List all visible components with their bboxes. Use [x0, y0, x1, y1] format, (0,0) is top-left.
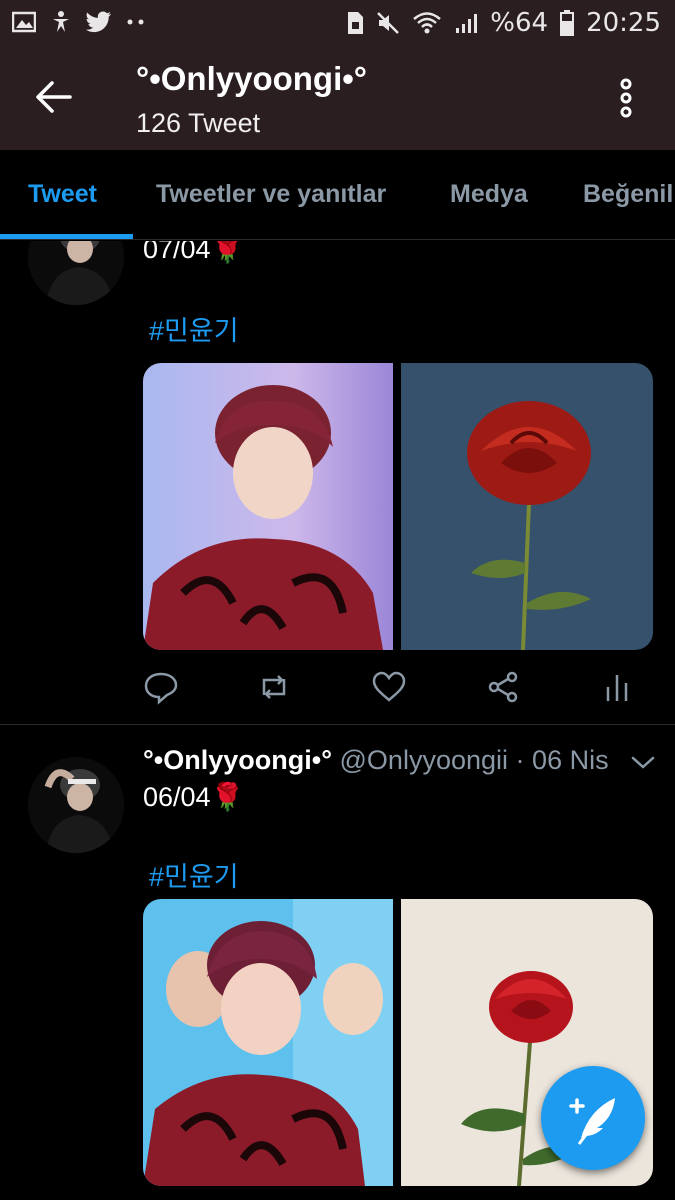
retweet-icon[interactable] — [256, 669, 292, 705]
photo-red-rose-blue-background[interactable] — [401, 363, 653, 650]
tweet-divider — [0, 724, 675, 725]
tab-media[interactable]: Medya — [450, 180, 528, 209]
analytics-icon[interactable] — [599, 669, 635, 705]
separator: · — [515, 745, 525, 775]
hashtag-link[interactable]: #민윤기 — [149, 309, 239, 348]
tab-tweet[interactable]: Tweet — [28, 180, 97, 209]
accessibility-icon — [53, 11, 69, 32]
like-icon[interactable] — [371, 669, 407, 705]
photo-person-laughing-blue-background[interactable] — [143, 899, 393, 1186]
more-dots-icon — [127, 19, 144, 25]
signal-icon — [456, 14, 478, 33]
profile-title: °•Onlyyoongi•° — [136, 60, 367, 97]
image-icon — [12, 11, 36, 33]
app-header: °•Onlyyoongi•° 126 Tweet — [0, 46, 675, 150]
photo-person-pink-background[interactable] — [143, 363, 393, 650]
share-icon[interactable] — [485, 669, 521, 705]
tweet-text: 07/04🌹 — [143, 241, 245, 264]
user-handle[interactable]: @Onlyyoongii — [340, 745, 509, 775]
sim-icon — [348, 12, 364, 34]
reply-icon[interactable] — [143, 669, 179, 705]
twitter-icon — [86, 11, 111, 33]
mute-icon — [377, 12, 400, 34]
battery-icon — [560, 10, 575, 36]
tab-tweets-and-replies[interactable]: Tweetler ve yanıtlar — [156, 180, 386, 209]
tweet-actions — [143, 669, 643, 709]
tweet-header: °•Onlyyoongi•° @Onlyyoongii · 06 Nis — [143, 745, 609, 776]
compose-feather-icon — [569, 1098, 615, 1145]
tweet-count: 126 Tweet — [136, 108, 261, 138]
avatar[interactable] — [28, 241, 124, 305]
tweet-text: 06/04🌹 — [143, 782, 245, 812]
back-arrow-icon[interactable] — [34, 80, 72, 114]
more-options-icon[interactable] — [612, 78, 640, 118]
tweet-feed[interactable]: 07/04🌹 #민윤기 °•Onlyyoongi•° @Onlyyoongii — [0, 241, 675, 1200]
tweet-date: 06 Nis — [532, 745, 609, 775]
hashtag-link[interactable]: #민윤기 — [149, 855, 239, 894]
tweet-item[interactable]: 07/04🌹 #민윤기 — [0, 241, 675, 724]
status-bar: %64 20:25 — [0, 0, 675, 46]
profile-tabs: Tweet Tweetler ve yanıtlar Medya Beğenil — [0, 150, 675, 240]
display-name[interactable]: °•Onlyyoongi•° — [143, 745, 332, 775]
wifi-icon — [413, 12, 442, 34]
tweet-media[interactable] — [143, 363, 653, 650]
tab-likes[interactable]: Beğenil — [583, 180, 673, 209]
compose-tweet-button[interactable] — [541, 1066, 645, 1170]
battery-percent: %64 — [490, 8, 549, 38]
chevron-down-icon[interactable] — [630, 755, 656, 771]
active-tab-indicator — [0, 234, 133, 239]
avatar[interactable] — [28, 757, 124, 853]
clock: 20:25 — [586, 8, 661, 38]
